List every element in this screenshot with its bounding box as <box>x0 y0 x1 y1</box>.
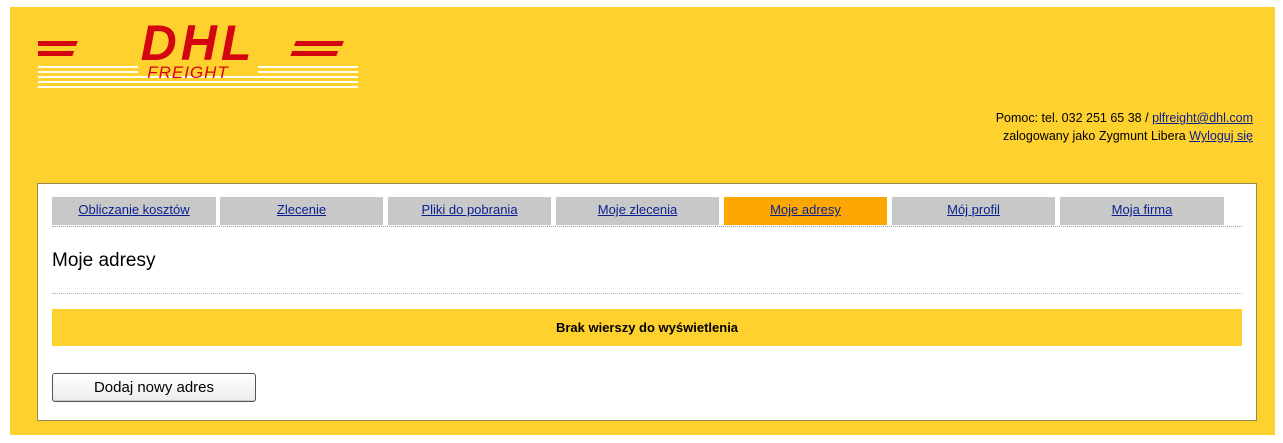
dhl-freight-logo: DHL FREIGHT <box>38 13 358 97</box>
logo-subtext: FREIGHT <box>147 63 229 82</box>
help-info: Pomoc: tel. 032 251 65 38 / plfreight@dh… <box>996 109 1253 145</box>
page-title: Moje adresy <box>52 250 156 271</box>
tab-moje-zlecenia[interactable]: Moje zlecenia <box>556 197 719 225</box>
login-line: zalogowany jako Zygmunt Libera Wyloguj s… <box>996 127 1253 145</box>
tab-obliczanie-kosztow[interactable]: Obliczanie kosztów <box>52 197 216 225</box>
content-panel: Obliczanie kosztów Zlecenie Pliki do pob… <box>37 183 1257 421</box>
help-line: Pomoc: tel. 032 251 65 38 / plfreight@dh… <box>996 109 1253 127</box>
title-divider <box>52 293 1242 294</box>
tab-moj-profil[interactable]: Mój profil <box>892 197 1055 225</box>
tab-baseline <box>52 226 1242 227</box>
tab-moje-adresy[interactable]: Moje adresy <box>724 197 887 225</box>
logout-link[interactable]: Wyloguj się <box>1189 129 1253 143</box>
tab-pliki-do-pobrania[interactable]: Pliki do pobrania <box>388 197 551 225</box>
tab-bar: Obliczanie kosztów Zlecenie Pliki do pob… <box>52 197 1242 227</box>
tab-zlecenie[interactable]: Zlecenie <box>220 197 383 225</box>
logged-in-text: zalogowany jako Zygmunt Libera <box>1002 129 1186 143</box>
help-email-link[interactable]: plfreight@dhl.com <box>1152 111 1253 125</box>
add-address-button[interactable]: Dodaj nowy adres <box>52 373 256 402</box>
empty-state-banner: Brak wierszy do wyświetlenia <box>52 309 1242 346</box>
page-background: DHL FREIGHT Pomoc: tel. 032 251 65 38 / … <box>10 7 1275 435</box>
help-text: Pomoc: tel. 032 251 65 38 / <box>995 111 1149 125</box>
tab-moja-firma[interactable]: Moja firma <box>1060 197 1224 225</box>
